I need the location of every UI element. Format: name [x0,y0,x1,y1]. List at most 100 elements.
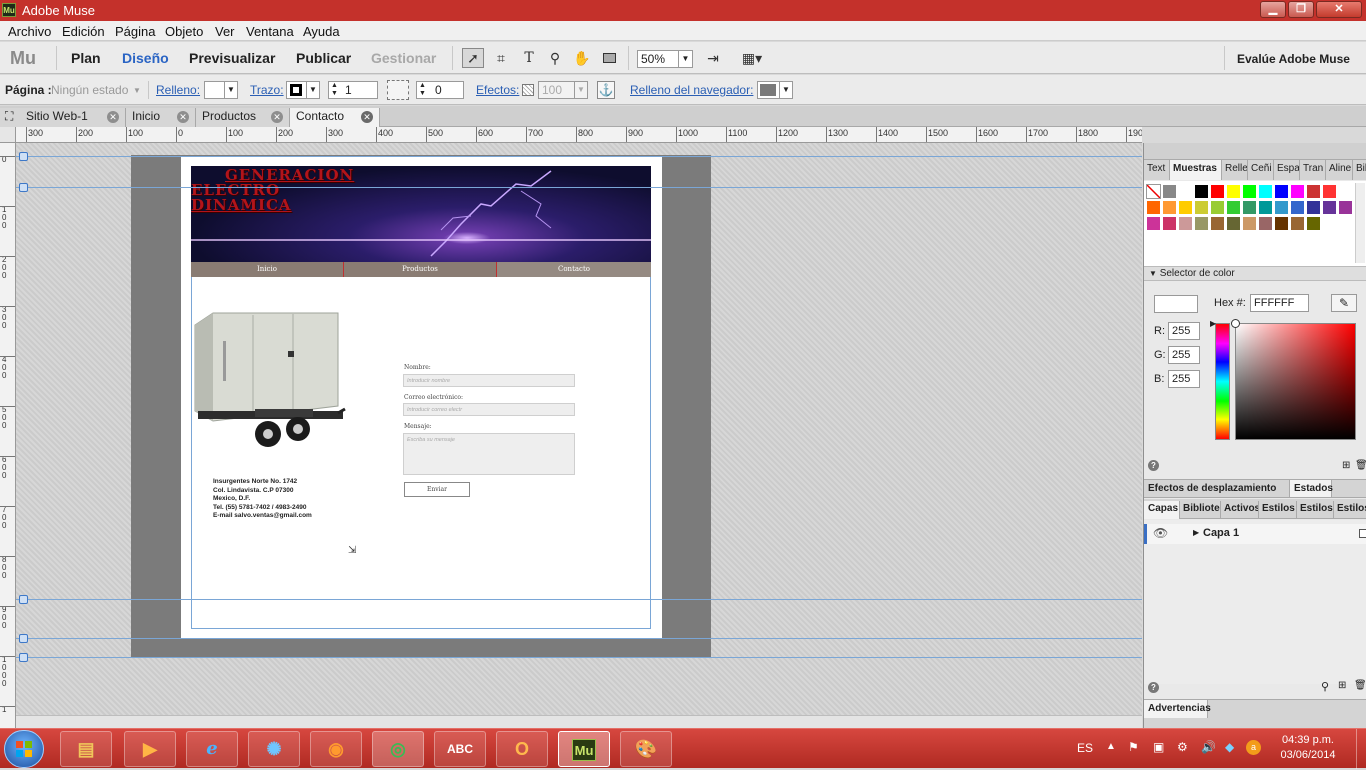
menu-ventana[interactable]: Ventana [246,24,294,39]
text-icon[interactable]: T [518,48,540,68]
generator-image[interactable] [193,311,348,451]
flag-icon[interactable]: ⚑ [1128,740,1139,754]
fill-label[interactable]: Relleno: [156,83,200,97]
swatch[interactable] [1322,200,1337,215]
swatch[interactable] [1178,216,1193,231]
stroke-swatch[interactable]: ▼ [286,81,320,99]
g-input[interactable]: 255 [1168,346,1200,364]
tab-sitio-web[interactable]: ⛶ Sitio Web-1 ✕ [0,108,126,127]
internet-explorer-icon[interactable]: e [186,731,238,767]
tab-productos[interactable]: Productos ✕ [196,108,290,127]
swatch[interactable] [1226,216,1241,231]
delete-icon[interactable]: 🗑 [1354,680,1366,691]
nav-item-productos[interactable]: Productos [343,262,497,277]
swatch[interactable] [1178,200,1193,215]
swatch[interactable] [1146,200,1161,215]
swatch[interactable] [1210,200,1225,215]
nav-item-contacto[interactable]: Contacto [497,262,651,277]
rectangle-icon[interactable] [598,48,620,68]
guide-handle[interactable] [19,595,28,604]
mode-publicar[interactable]: Publicar [296,50,351,66]
swatch[interactable] [1274,216,1289,231]
spacing-icon[interactable] [387,80,409,100]
menu-objeto[interactable]: Objeto [165,24,203,39]
tab-activos[interactable]: Activos [1221,501,1259,519]
firefox-icon[interactable]: ◉ [310,731,362,767]
delete-icon[interactable]: 🗑 [1355,460,1366,471]
swatch[interactable] [1290,184,1305,199]
swatch[interactable] [1306,200,1321,215]
dropbox-icon[interactable]: ◆ [1225,740,1234,754]
layer-name[interactable]: Capa 1 [1203,527,1239,539]
tray-arrow-icon[interactable]: ▲ [1106,741,1116,752]
swatch[interactable] [1258,184,1273,199]
guide-handle[interactable] [19,653,28,662]
effects-label[interactable]: Efectos: [476,83,519,97]
menu-edicion[interactable]: Edición [62,24,105,39]
guide-line[interactable] [16,156,1142,157]
panel-tab-alinear[interactable]: Aline [1326,160,1353,180]
help-icon[interactable]: ? [1148,460,1159,471]
guide-handle[interactable] [19,634,28,643]
anchor-icon[interactable]: ⚓ [597,81,615,99]
tray-app-icon[interactable]: a [1246,740,1261,755]
panel-tab-espaciado[interactable]: Espa [1274,160,1300,180]
stroke-label[interactable]: Trazo: [250,83,284,97]
guide-handle[interactable] [19,152,28,161]
layer-select-box[interactable] [1359,529,1366,538]
maximize-button[interactable]: ❐ [1288,1,1314,18]
swatch[interactable] [1306,184,1321,199]
swatch[interactable] [1242,216,1257,231]
swatch[interactable] [1274,200,1289,215]
hex-input[interactable]: FFFFFF [1250,294,1309,312]
name-input[interactable]: Introducir nombre [403,374,575,387]
horizontal-scrollbar[interactable] [16,715,1142,728]
close-icon[interactable]: ✕ [271,111,283,123]
media-player-icon[interactable]: ▶ [124,731,176,767]
swatch[interactable] [1210,216,1225,231]
b-input[interactable]: 255 [1168,370,1200,388]
adobe-muse-taskbar-icon[interactable]: Mu [558,731,610,767]
tab-capas[interactable]: Capas [1144,501,1180,519]
mode-previsualizar[interactable]: Previsualizar [189,50,275,66]
menu-ver[interactable]: Ver [215,24,235,39]
outlook-icon[interactable]: O [496,731,548,767]
swatch[interactable] [1210,184,1225,199]
menu-archivo[interactable]: Archivo [8,24,51,39]
export-icon[interactable]: ⇥ [702,48,724,68]
menu-ayuda[interactable]: Ayuda [303,24,340,39]
crop-icon[interactable]: ⌗ [490,48,512,68]
page-artboard[interactable]: GENERACION ELECTRO DINAMICA Inicio Produ… [181,156,662,638]
swatch[interactable] [1162,184,1177,199]
swatch[interactable] [1162,200,1177,215]
swatch[interactable] [1162,216,1177,231]
swatch[interactable] [1146,216,1161,231]
zoom-select[interactable]: 50% ▼ [637,50,693,68]
tab-advertencias[interactable]: Advertencias [1144,700,1211,718]
search-icon[interactable]: ⚲ [1321,680,1329,693]
swatch[interactable] [1338,200,1353,215]
panel-tab-biblioteca[interactable]: Bibli [1353,160,1366,180]
tab-biblioteca[interactable]: Biblioteca [1180,501,1221,519]
tray-tool-icon[interactable]: ⚙ [1177,740,1188,754]
panel-tab-transformar[interactable]: Tran [1300,160,1326,180]
swatch[interactable] [1226,200,1241,215]
abc-app-icon[interactable]: ABC [434,731,486,767]
volume-icon[interactable]: 🔊 [1201,740,1216,754]
color-handle[interactable] [1231,319,1240,328]
tab-inicio[interactable]: Inicio ✕ [126,108,196,127]
swatch[interactable] [1306,216,1321,231]
hand-icon[interactable]: ✋ [571,48,593,68]
swatch[interactable] [1258,216,1273,231]
close-icon[interactable]: ✕ [361,111,373,123]
language-indicator[interactable]: ES [1077,741,1093,755]
swatch[interactable] [1290,200,1305,215]
stroke-width-input[interactable]: ▲ ▼ 1 [328,81,378,99]
browser-fill-label[interactable]: Relleno del navegador: [630,83,753,97]
paint-icon[interactable]: 🎨 [620,731,672,767]
panel-tab-cenir[interactable]: Ceñi [1248,160,1274,180]
tab-estilos-de[interactable]: Estilos d [1259,501,1297,519]
tab-efectos-desplazamiento[interactable]: Efectos de desplazamiento [1144,480,1290,497]
none-swatch[interactable] [1146,184,1161,199]
swatch[interactable] [1322,184,1337,199]
